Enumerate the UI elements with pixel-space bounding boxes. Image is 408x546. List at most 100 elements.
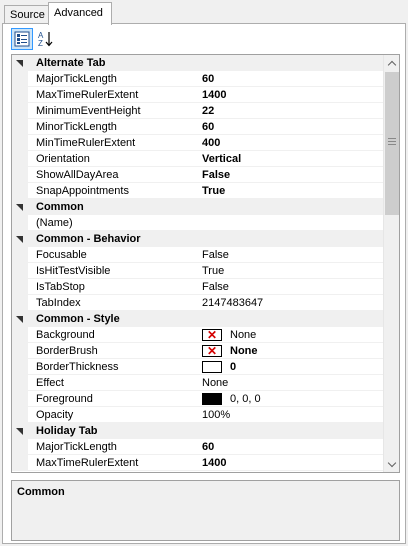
row-gutter — [12, 71, 28, 87]
property-row[interactable]: MinorTickLength 60 — [12, 119, 385, 135]
property-row[interactable]: IsHitTestVisible True — [12, 263, 385, 279]
row-gutter — [12, 263, 28, 279]
row-gutter — [12, 135, 28, 151]
property-value-text: 0, 0, 0 — [230, 393, 261, 405]
property-name: Background — [36, 329, 95, 341]
collapse-triangle-icon[interactable] — [16, 204, 23, 211]
tab-strip: Source Advanced — [0, 0, 408, 25]
property-row[interactable]: Effect None — [12, 375, 385, 391]
scroll-thumb[interactable] — [385, 72, 399, 215]
row-gutter — [12, 215, 28, 231]
property-row[interactable]: MinimumEventHeight 22 — [12, 103, 385, 119]
row-gutter — [12, 391, 28, 407]
collapse-triangle-icon[interactable] — [16, 428, 23, 435]
property-name: (Name) — [36, 217, 73, 229]
thickness-swatch-icon[interactable] — [202, 361, 222, 373]
categorized-icon — [14, 31, 30, 47]
category-row[interactable]: Common - Style — [12, 311, 385, 327]
collapse-triangle-icon[interactable] — [16, 60, 23, 67]
row-gutter — [12, 407, 28, 423]
chevron-down-icon — [387, 458, 397, 467]
sort-alphabetical-icon: A Z — [38, 31, 53, 48]
collapse-triangle-icon[interactable] — [16, 236, 23, 243]
property-toolbar: A Z — [7, 27, 401, 51]
row-gutter — [12, 359, 28, 375]
property-value-text: False — [202, 281, 229, 293]
property-value-text: False — [202, 249, 229, 261]
property-name: Opacity — [36, 409, 74, 421]
property-row[interactable]: SnapAppointments True — [12, 183, 385, 199]
property-value-text: Vertical — [202, 153, 242, 165]
category-name: Common — [36, 201, 84, 213]
row-gutter — [12, 375, 28, 391]
property-value-text: None — [230, 345, 258, 357]
categorized-button[interactable] — [11, 28, 33, 50]
property-value-text: True — [202, 265, 225, 277]
chevron-up-icon — [387, 60, 397, 70]
category-name: Alternate Tab — [36, 57, 106, 69]
property-name: BorderBrush — [36, 345, 98, 357]
property-row[interactable]: BorderBrush None — [12, 343, 385, 359]
svg-text:Z: Z — [38, 39, 43, 48]
description-title: Common — [17, 486, 65, 498]
property-value-text: 400 — [202, 137, 221, 149]
tab-source[interactable]: Source — [4, 5, 49, 24]
property-row[interactable]: MinTimeRulerExtent 400 — [12, 135, 385, 151]
property-row[interactable]: ShowAllDayArea False — [12, 167, 385, 183]
tab-advanced[interactable]: Advanced — [48, 2, 112, 25]
color-swatch-icon[interactable] — [202, 393, 222, 405]
scroll-up-button[interactable] — [384, 55, 399, 71]
property-row[interactable]: MaxTimeRulerExtent 1400 — [12, 455, 385, 471]
category-row[interactable]: Common — [12, 199, 385, 215]
vertical-scrollbar[interactable] — [383, 55, 399, 472]
row-gutter — [12, 183, 28, 199]
property-name: MaxTimeRulerExtent — [36, 457, 139, 469]
property-value-text: 2147483647 — [202, 297, 264, 309]
property-row[interactable]: (Name) — [12, 215, 385, 231]
property-grid: Alternate Tab MajorTickLength 60 MaxTimeRul… — [11, 54, 400, 473]
row-gutter — [12, 279, 28, 295]
property-name: Effect — [36, 377, 64, 389]
row-gutter — [12, 151, 28, 167]
property-value-text: True — [202, 185, 226, 197]
property-row[interactable]: Background None — [12, 327, 385, 343]
property-row[interactable]: Foreground 0, 0, 0 — [12, 391, 385, 407]
scroll-down-button[interactable] — [384, 456, 399, 472]
category-row[interactable]: Common - Behavior — [12, 231, 385, 247]
property-value-text: 60 — [202, 73, 215, 85]
property-panel: A Z Alternate Tab MajorTickLength 60 MaxTim… — [2, 23, 406, 544]
category-name: Common - Style — [36, 313, 120, 325]
property-name: IsTabStop — [36, 281, 85, 293]
property-name: MinorTickLength — [36, 121, 117, 133]
grip-icon — [388, 138, 396, 145]
property-name: TabIndex — [36, 297, 81, 309]
property-value-text: None — [202, 377, 229, 389]
property-row[interactable]: Opacity 100% — [12, 407, 385, 423]
property-row[interactable]: IsTabStop False — [12, 279, 385, 295]
property-row[interactable]: MajorTickLength 60 — [12, 71, 385, 87]
no-brush-icon[interactable] — [202, 343, 222, 359]
collapse-triangle-icon[interactable] — [16, 316, 23, 323]
property-value-text: None — [230, 329, 257, 341]
category-row[interactable]: Holiday Tab — [12, 423, 385, 439]
property-value-text: 1400 — [202, 89, 227, 101]
property-row[interactable]: TabIndex 2147483647 — [12, 295, 385, 311]
property-row[interactable]: BorderThickness 0 — [12, 359, 385, 375]
row-gutter — [12, 439, 28, 455]
property-row[interactable]: MaxTimeRulerExtent 1400 — [12, 87, 385, 103]
row-gutter — [12, 247, 28, 263]
property-value-text: 22 — [202, 105, 215, 117]
description-pane: Common — [11, 480, 400, 541]
property-value-text: 100% — [202, 409, 231, 421]
category-row[interactable]: Alternate Tab — [12, 55, 385, 71]
no-brush-icon[interactable] — [202, 327, 222, 343]
property-rows: Alternate Tab MajorTickLength 60 MaxTimeRul… — [12, 55, 385, 471]
property-name: SnapAppointments — [36, 185, 129, 197]
property-row[interactable]: Orientation Vertical — [12, 151, 385, 167]
row-gutter — [12, 455, 28, 471]
row-gutter — [12, 119, 28, 135]
property-row[interactable]: MajorTickLength 60 — [12, 439, 385, 455]
alphabetical-button[interactable]: A Z — [35, 28, 57, 50]
row-gutter — [12, 343, 28, 359]
property-row[interactable]: Focusable False — [12, 247, 385, 263]
